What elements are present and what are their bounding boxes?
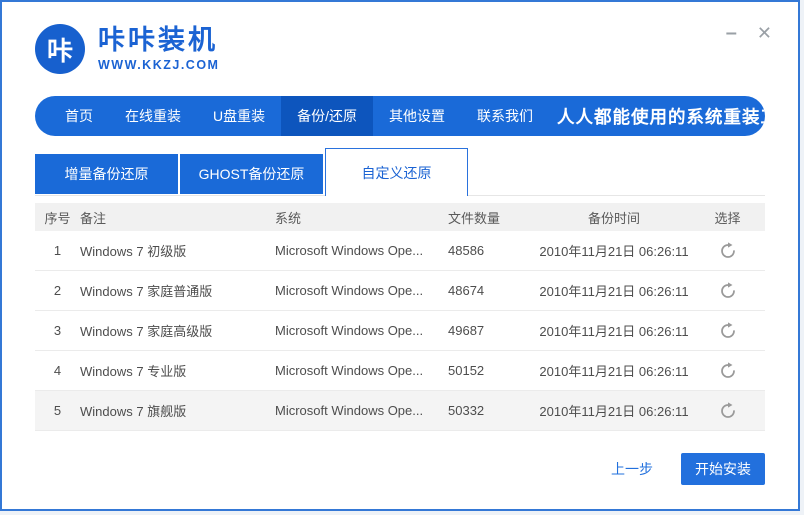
brand-logo-char: 咔 <box>46 35 73 66</box>
cell-note: Windows 7 家庭普通版 <box>80 284 213 299</box>
cell-system: Microsoft Windows Ope... <box>275 243 424 258</box>
table-row[interactable]: 2 Windows 7 家庭普通版 Microsoft Windows Ope.… <box>35 271 765 311</box>
minimize-icon[interactable]: – <box>726 23 737 43</box>
previous-step-button[interactable]: 上一步 <box>611 459 653 479</box>
cell-count: 48674 <box>448 283 485 298</box>
cell-time: 2010年11月21日 06:26:11 <box>539 284 689 299</box>
table-row[interactable]: 5 Windows 7 旗舰版 Microsoft Windows Ope...… <box>35 391 765 431</box>
cell-time: 2010年11月21日 06:26:11 <box>539 364 689 379</box>
cell-seq: 2 <box>53 283 62 298</box>
refresh-icon[interactable] <box>719 361 737 380</box>
refresh-icon[interactable] <box>719 401 737 420</box>
cell-count: 48586 <box>448 243 485 258</box>
nav-slogan: 人人都能使用的系统重装工具 <box>557 106 765 127</box>
col-header-note: 备注 <box>80 210 107 226</box>
window-controls: – ✕ <box>726 23 772 43</box>
main-nav: 首页 在线重装 U盘重装 备份/还原 其他设置 联系我们 人人都能使用的系统重装… <box>35 96 765 136</box>
cell-system: Microsoft Windows Ope... <box>275 283 424 298</box>
cell-seq: 5 <box>53 403 62 418</box>
col-header-select: 选择 <box>714 210 741 226</box>
cell-system: Microsoft Windows Ope... <box>275 323 424 338</box>
close-icon[interactable]: ✕ <box>757 24 772 42</box>
table-header-row: 序号 备注 系统 文件数量 备份时间 选择 <box>35 203 765 231</box>
refresh-icon[interactable] <box>719 281 737 300</box>
cell-note: Windows 7 家庭高级版 <box>80 324 213 339</box>
tab-incremental-backup-restore[interactable]: 增量备份还原 <box>35 154 178 194</box>
app-header: 咔 咔咔装机 WWW.KKZJ.COM – ✕ <box>2 2 798 96</box>
nav-item-usb-reinstall[interactable]: U盘重装 <box>197 96 281 136</box>
nav-item-backup-restore[interactable]: 备份/还原 <box>281 96 374 136</box>
app-window: 咔 咔咔装机 WWW.KKZJ.COM – ✕ 首页 在线重装 U盘重装 备份/… <box>0 0 800 511</box>
tab-custom-restore[interactable]: 自定义还原 <box>325 148 468 196</box>
cell-count: 49687 <box>448 323 485 338</box>
refresh-icon[interactable] <box>719 321 737 340</box>
brand-text: 咔咔装机 WWW.KKZJ.COM <box>98 25 220 72</box>
tab-strip: 增量备份还原 GHOST备份还原 自定义还原 <box>35 148 765 196</box>
cell-count: 50332 <box>448 403 485 418</box>
brand-logo-icon: 咔 <box>35 24 85 74</box>
app-title: 咔咔装机 <box>98 25 218 56</box>
cell-time: 2010年11月21日 06:26:11 <box>539 404 689 419</box>
brand-website: WWW.KKZJ.COM <box>98 57 220 72</box>
nav-item-contact-us[interactable]: 联系我们 <box>461 96 549 136</box>
cell-system: Microsoft Windows Ope... <box>275 403 424 418</box>
nav-item-online-reinstall[interactable]: 在线重装 <box>109 96 197 136</box>
cell-note: Windows 7 专业版 <box>80 364 187 379</box>
table-row[interactable]: 3 Windows 7 家庭高级版 Microsoft Windows Ope.… <box>35 311 765 351</box>
cell-note: Windows 7 初级版 <box>80 244 187 259</box>
table-row[interactable]: 1 Windows 7 初级版 Microsoft Windows Ope...… <box>35 231 765 271</box>
cell-system: Microsoft Windows Ope... <box>275 363 424 378</box>
cell-seq: 1 <box>53 243 62 258</box>
footer-actions: 上一步 开始安装 <box>35 453 765 485</box>
nav-item-home[interactable]: 首页 <box>49 96 109 136</box>
nav-item-other-settings[interactable]: 其他设置 <box>373 96 461 136</box>
cell-seq: 4 <box>53 363 62 378</box>
col-header-seq: 序号 <box>44 210 71 226</box>
col-header-system: 系统 <box>275 210 302 226</box>
cell-note: Windows 7 旗舰版 <box>80 404 187 419</box>
table-row[interactable]: 4 Windows 7 专业版 Microsoft Windows Ope...… <box>35 351 765 391</box>
col-header-time: 备份时间 <box>587 210 640 226</box>
backup-table: 序号 备注 系统 文件数量 备份时间 选择 1 Windows 7 初级版 Mi… <box>35 203 765 431</box>
refresh-icon[interactable] <box>719 241 737 260</box>
cell-time: 2010年11月21日 06:26:11 <box>539 244 689 259</box>
cell-count: 50152 <box>448 363 485 378</box>
start-install-button[interactable]: 开始安装 <box>681 453 765 485</box>
cell-seq: 3 <box>53 323 62 338</box>
cell-time: 2010年11月21日 06:26:11 <box>539 324 689 339</box>
tab-ghost-backup-restore[interactable]: GHOST备份还原 <box>180 154 323 194</box>
col-header-count: 文件数量 <box>448 210 501 226</box>
